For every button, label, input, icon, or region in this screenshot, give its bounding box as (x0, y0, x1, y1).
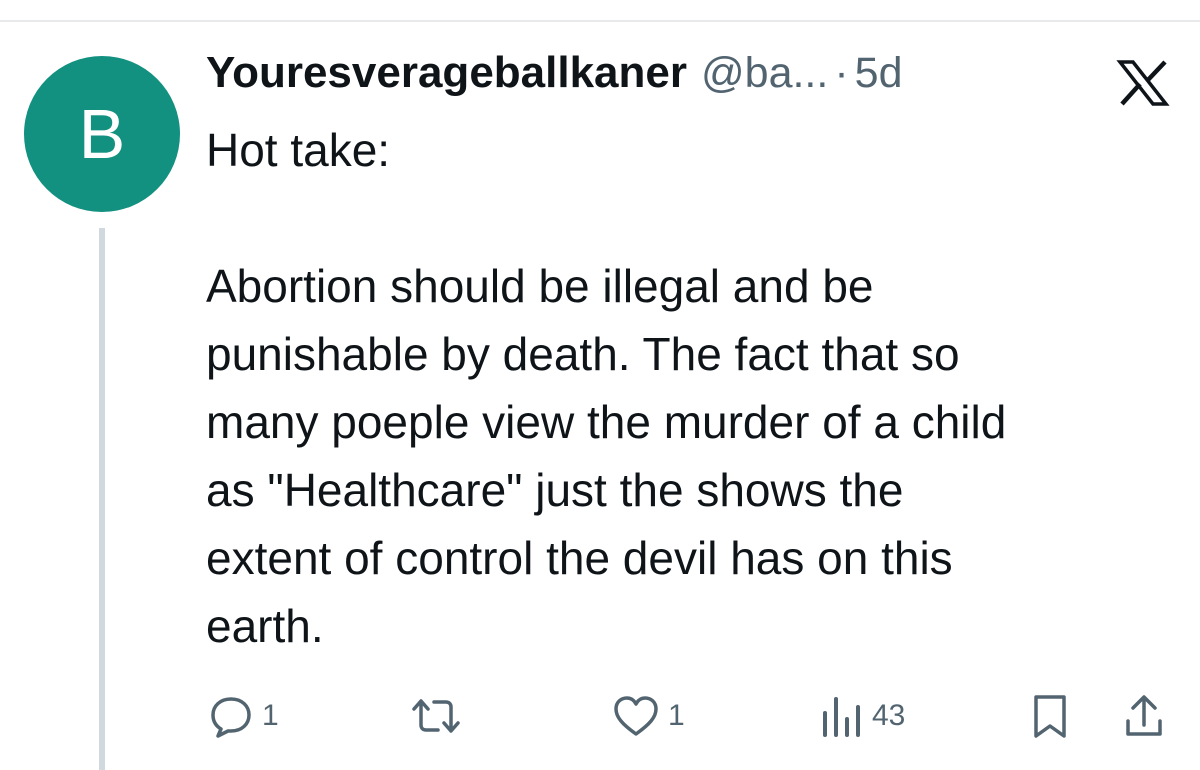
tweet-header: Youresverageballkaner @ba... · 5d (206, 48, 1036, 108)
tweet-text: Hot take: Abortion should be illegal and… (206, 124, 1007, 652)
display-name[interactable]: Youresverageballkaner (206, 48, 687, 98)
reply-count: 1 (262, 699, 279, 732)
tweet-timestamp[interactable]: 5d (855, 49, 903, 98)
x-logo-icon (1116, 60, 1170, 106)
bookmark-icon (1026, 691, 1074, 741)
bookmark-button[interactable] (1026, 686, 1074, 746)
share-icon (1120, 691, 1168, 741)
analytics-icon (816, 691, 866, 741)
like-count: 1 (668, 699, 685, 732)
heart-icon (610, 691, 662, 741)
like-button[interactable]: 1 (610, 686, 685, 746)
separator-dot: · (834, 49, 849, 97)
repost-icon (408, 691, 464, 741)
share-button[interactable] (1120, 686, 1168, 746)
avatar-letter: B (78, 95, 126, 173)
reply-icon (206, 691, 256, 741)
views-count: 43 (872, 699, 906, 732)
reply-button[interactable]: 1 (206, 686, 279, 746)
top-divider (0, 20, 1200, 22)
views-button[interactable]: 43 (816, 686, 905, 746)
tweet-actions: 1 1 43 (0, 686, 1200, 746)
user-handle[interactable]: @ba... (701, 49, 828, 98)
repost-button[interactable] (408, 686, 470, 746)
avatar[interactable]: B (24, 56, 180, 212)
